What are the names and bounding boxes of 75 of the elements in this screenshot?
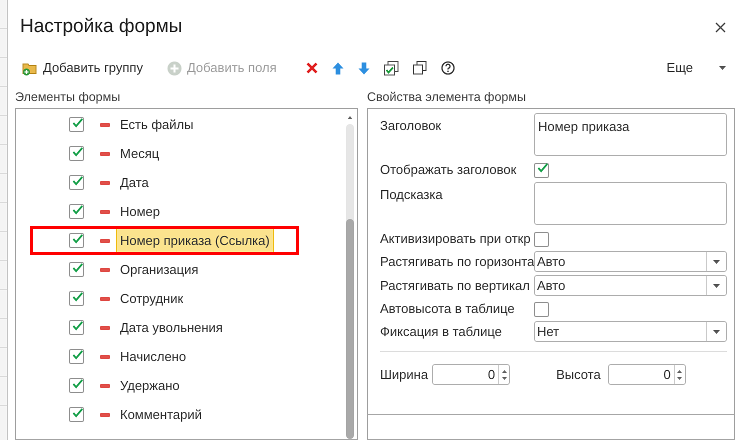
arrow-up-icon bbox=[332, 62, 344, 74]
caret-icon bbox=[713, 284, 720, 288]
minus-icon bbox=[100, 122, 110, 126]
toolbar-button[interactable]: Добавить группу bbox=[22, 57, 143, 79]
dropdown-field[interactable]: Авто bbox=[534, 275, 727, 296]
scroll-up-icon bbox=[346, 116, 352, 119]
property-label: Высота bbox=[556, 366, 601, 384]
window-title: Настройка формы bbox=[20, 15, 182, 40]
property-label: Фиксация в таблице bbox=[380, 322, 503, 341]
tree-item[interactable]: Начислено bbox=[116, 342, 190, 370]
minus-icon bbox=[100, 326, 110, 330]
property-label: Растягивать по горизонта bbox=[380, 252, 534, 271]
checklist-icon bbox=[384, 60, 399, 76]
checkbox[interactable] bbox=[69, 378, 84, 393]
property-label: Растягивать по вертикал bbox=[380, 276, 531, 295]
more-button[interactable]: Еще bbox=[666, 57, 726, 79]
tree-item[interactable]: Организация bbox=[116, 256, 202, 284]
tree-item[interactable]: Дата bbox=[116, 168, 153, 196]
property-label: Заголовок bbox=[380, 117, 442, 135]
minus-icon bbox=[100, 412, 110, 416]
text-area[interactable] bbox=[534, 182, 727, 225]
tree-item[interactable]: Номер приказа (Ссылка) bbox=[116, 226, 274, 254]
checkbox[interactable] bbox=[69, 320, 84, 335]
checkbox[interactable] bbox=[69, 407, 84, 422]
checkbox[interactable] bbox=[534, 162, 549, 178]
minus-icon bbox=[100, 354, 110, 358]
scrollbar-thumb[interactable] bbox=[346, 219, 354, 439]
checkbox[interactable] bbox=[534, 302, 549, 316]
property-label: Ширина bbox=[380, 366, 428, 384]
help-icon bbox=[440, 61, 455, 75]
tree-item[interactable]: Сотрудник bbox=[116, 284, 188, 312]
minus-icon bbox=[100, 152, 110, 156]
tree-item[interactable]: Комментарий bbox=[116, 400, 206, 428]
checkbox[interactable] bbox=[69, 204, 84, 219]
dropdown-field[interactable]: Авто bbox=[534, 251, 727, 272]
arrow-down-icon bbox=[358, 62, 370, 74]
checkbox[interactable] bbox=[69, 349, 84, 364]
property-label: Автовысота в таблице bbox=[380, 300, 516, 318]
copy-icon bbox=[412, 61, 427, 75]
checkbox[interactable] bbox=[69, 175, 84, 190]
minus-icon bbox=[100, 268, 110, 272]
checkbox[interactable] bbox=[69, 291, 84, 306]
panel-title: Элементы формы bbox=[15, 89, 122, 106]
spin-field[interactable]: 0 bbox=[608, 364, 686, 385]
plus-circle-icon bbox=[166, 60, 182, 76]
text-area[interactable]: Номер приказа bbox=[534, 113, 727, 156]
property-label: Активизировать при откр bbox=[380, 230, 532, 248]
caret-icon bbox=[713, 330, 720, 334]
panel-title: Свойства элемента формы bbox=[367, 89, 527, 106]
close-icon bbox=[714, 22, 726, 33]
dropdown-field[interactable]: Нет bbox=[534, 321, 727, 342]
folder-add-icon bbox=[22, 60, 38, 76]
minus-icon bbox=[100, 210, 110, 214]
tree-item[interactable]: Удержано bbox=[116, 372, 184, 400]
checkbox[interactable] bbox=[69, 117, 84, 132]
minus-icon bbox=[100, 238, 110, 242]
minus-icon bbox=[100, 296, 110, 300]
spin-arrows-icon bbox=[677, 368, 682, 380]
tree-item[interactable]: Номер bbox=[116, 198, 164, 226]
tree-item[interactable]: Дата увольнения bbox=[116, 314, 227, 342]
property-label: Отображать заголовок bbox=[380, 161, 518, 180]
minus-icon bbox=[100, 384, 110, 388]
checkbox[interactable] bbox=[69, 233, 84, 248]
caret-icon bbox=[713, 260, 720, 264]
spin-field[interactable]: 0 bbox=[432, 364, 510, 385]
property-label: Подсказка bbox=[380, 186, 444, 204]
checkbox[interactable] bbox=[69, 146, 84, 161]
checkbox[interactable] bbox=[534, 232, 549, 246]
spin-arrows-icon bbox=[502, 368, 507, 380]
close-icon bbox=[306, 62, 318, 74]
tree-item[interactable]: Есть файлы bbox=[116, 110, 198, 138]
checkbox[interactable] bbox=[69, 262, 84, 277]
tree-item[interactable]: Месяц bbox=[116, 140, 164, 168]
minus-icon bbox=[100, 180, 110, 184]
caret-icon bbox=[719, 66, 726, 70]
